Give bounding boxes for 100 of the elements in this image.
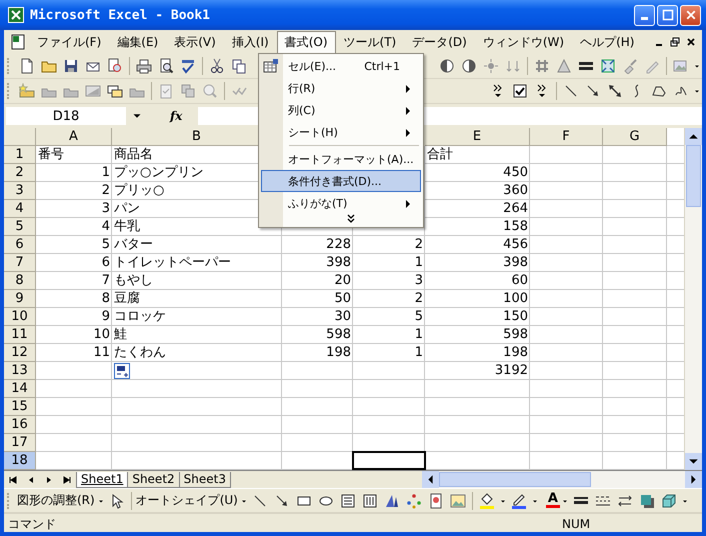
paint-bucket-icon[interactable] (478, 492, 495, 508)
row-header[interactable]: 8 (4, 272, 36, 290)
half-circle-icon[interactable] (461, 58, 477, 74)
menu-item[interactable]: オートフォーマット(A)... (261, 148, 421, 170)
row-header[interactable]: 5 (4, 218, 36, 236)
menu-item[interactable]: ウィンドウ(W) (474, 30, 572, 54)
close-button[interactable] (680, 4, 701, 26)
row-header[interactable]: 6 (4, 236, 36, 254)
menu-item[interactable]: ふりがな(T) (261, 192, 421, 214)
row-header[interactable]: 14 (4, 380, 36, 398)
row-header[interactable]: 11 (4, 326, 36, 344)
selected-cell[interactable] (352, 451, 426, 470)
column-header[interactable]: G (603, 128, 667, 146)
double-arrow-icon[interactable] (607, 83, 623, 99)
windows-icon[interactable] (107, 83, 123, 99)
menu-item[interactable]: 行(R) (261, 77, 421, 99)
menu-item[interactable]: 列(C) (261, 99, 421, 121)
scroll-down-icon[interactable] (685, 453, 702, 470)
column-header[interactable]: E (425, 128, 530, 146)
row-header[interactable]: 10 (4, 308, 36, 326)
row-header[interactable]: 1 (4, 146, 36, 164)
row-header[interactable]: 15 (4, 398, 36, 416)
hash-icon[interactable] (534, 58, 550, 74)
diagram-icon[interactable] (406, 492, 422, 508)
horizontal-scrollbar[interactable] (422, 471, 702, 488)
pen-icon[interactable] (510, 492, 527, 508)
copy-icon[interactable] (231, 58, 247, 74)
name-box[interactable]: D18 (6, 107, 126, 125)
spellcheck-icon[interactable] (180, 58, 196, 74)
row-header[interactable]: 9 (4, 290, 36, 308)
line-icon[interactable] (252, 492, 268, 508)
column-header[interactable]: A (36, 128, 112, 146)
menu-item[interactable]: 編集(E) (109, 30, 166, 54)
row-header[interactable]: 12 (4, 344, 36, 362)
expand-chevron-icon[interactable] (347, 214, 355, 223)
scroll-left-icon[interactable] (422, 471, 439, 488)
menu-item[interactable]: セル(E)... Ctrl+1 (261, 55, 421, 77)
row-header[interactable]: 7 (4, 254, 36, 272)
menu-item[interactable]: ツール(T) (336, 30, 404, 54)
printer-icon[interactable] (136, 58, 152, 74)
vertical-scrollbar[interactable] (684, 128, 702, 470)
paste-options-icon[interactable] (114, 363, 130, 379)
first-sheet-icon[interactable] (7, 474, 19, 486)
folder-star-icon[interactable] (19, 83, 35, 99)
font-color-button[interactable]: A (546, 493, 560, 508)
triangle-icon[interactable] (556, 58, 572, 74)
shadow-icon[interactable] (638, 492, 655, 508)
restore-icon[interactable] (670, 37, 680, 47)
function-button[interactable]: fx (170, 109, 182, 123)
wordart-icon[interactable] (384, 492, 400, 508)
arrow-icon[interactable] (274, 492, 290, 508)
sheet-tab[interactable]: Sheet1 (76, 472, 128, 488)
sheet-tab[interactable]: Sheet2 (127, 472, 180, 488)
table-cell-text: 番号 (37, 146, 65, 164)
workbook-icon[interactable] (10, 34, 26, 50)
textbox-icon[interactable] (340, 492, 356, 508)
sheet-tab[interactable]: Sheet3 (178, 472, 231, 488)
column-header[interactable]: F (530, 128, 603, 146)
scroll-up-icon[interactable] (685, 128, 702, 145)
vertical-textbox-icon[interactable] (362, 492, 378, 508)
clipart-icon[interactable] (428, 492, 444, 508)
row-header[interactable]: 4 (4, 200, 36, 218)
picture-icon[interactable] (450, 492, 466, 508)
row-header[interactable]: 18 (4, 452, 36, 470)
half-circle-icon[interactable] (439, 58, 455, 74)
menu-item[interactable]: ファイル(F) (29, 30, 110, 54)
menu-item[interactable]: 書式(O) (276, 30, 336, 54)
cube-icon[interactable] (660, 492, 677, 508)
row-header[interactable]: 16 (4, 416, 36, 434)
line-icon[interactable] (563, 83, 579, 99)
clipboard-icon[interactable] (158, 83, 174, 99)
menu-item[interactable]: ヘルプ(H) (572, 30, 642, 54)
row-header[interactable]: 3 (4, 182, 36, 200)
table-cell-text: 鮭 (113, 326, 128, 344)
menu-item[interactable]: 表示(V) (166, 30, 224, 54)
minimize-button[interactable] (634, 4, 655, 26)
row-header[interactable]: 13 (4, 362, 36, 380)
shrink-icon[interactable] (600, 58, 616, 74)
table-cell-text: パン (113, 200, 141, 218)
magnifier-icon[interactable] (107, 58, 123, 74)
close-icon[interactable] (686, 37, 696, 47)
print-preview-icon[interactable] (158, 58, 174, 74)
arrow-icon[interactable] (585, 83, 601, 99)
scroll-thumb[interactable] (686, 145, 701, 207)
menu-item[interactable]: データ(D) (404, 30, 475, 54)
document-icon[interactable] (19, 58, 35, 74)
autoshapes-menu-button[interactable]: オートシェイプ(U) (134, 492, 239, 509)
menu-item[interactable]: 条件付き書式(D)... (261, 170, 421, 192)
format-cells-icon (263, 58, 279, 74)
row-header[interactable]: 2 (4, 164, 36, 182)
scroll-right-icon[interactable] (685, 471, 702, 488)
scroll-thumb[interactable] (439, 472, 591, 487)
menu-item[interactable]: 挿入(I) (224, 30, 277, 54)
cut-icon[interactable] (209, 58, 225, 74)
maximize-button[interactable] (657, 4, 678, 26)
last-sheet-icon[interactable] (61, 474, 73, 486)
checkbox-icon[interactable] (512, 83, 528, 99)
arrow-style-icon[interactable] (616, 492, 633, 508)
row-header[interactable]: 17 (4, 434, 36, 452)
draw-menu-button[interactable]: 図形の調整(R) (16, 492, 96, 509)
